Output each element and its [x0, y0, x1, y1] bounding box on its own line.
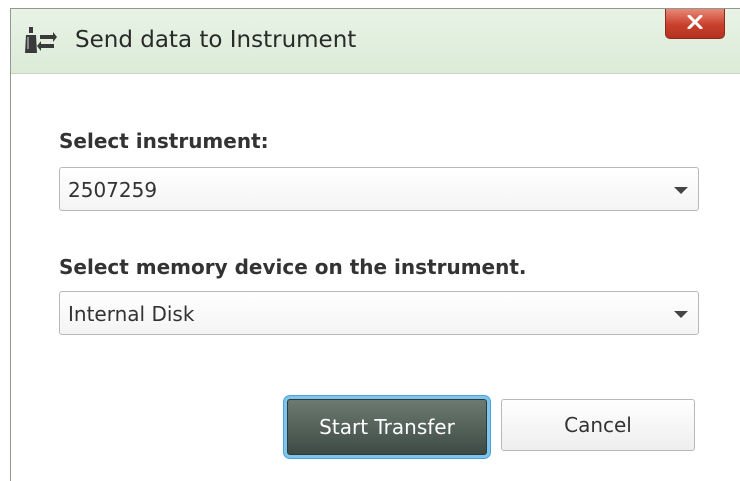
send-data-dialog: Send data to Instrument Select instrumen…: [10, 8, 740, 481]
instrument-select-value: 2507259: [68, 178, 158, 202]
close-button[interactable]: [665, 9, 725, 39]
instrument-transfer-icon: [23, 23, 57, 57]
memory-device-label: Select memory device on the instrument.: [59, 255, 527, 279]
chevron-down-icon: [674, 187, 688, 194]
instrument-label: Select instrument:: [59, 129, 269, 153]
close-icon: [687, 14, 703, 33]
cancel-button[interactable]: Cancel: [501, 399, 695, 451]
memory-device-select[interactable]: Internal Disk: [59, 291, 699, 335]
chevron-down-icon: [674, 311, 688, 318]
start-transfer-button[interactable]: Start Transfer: [287, 399, 487, 455]
dialog-title: Send data to Instrument: [75, 27, 357, 53]
memory-device-select-value: Internal Disk: [68, 302, 195, 326]
instrument-select[interactable]: 2507259: [59, 167, 699, 211]
dialog-titlebar[interactable]: Send data to Instrument: [11, 9, 740, 74]
